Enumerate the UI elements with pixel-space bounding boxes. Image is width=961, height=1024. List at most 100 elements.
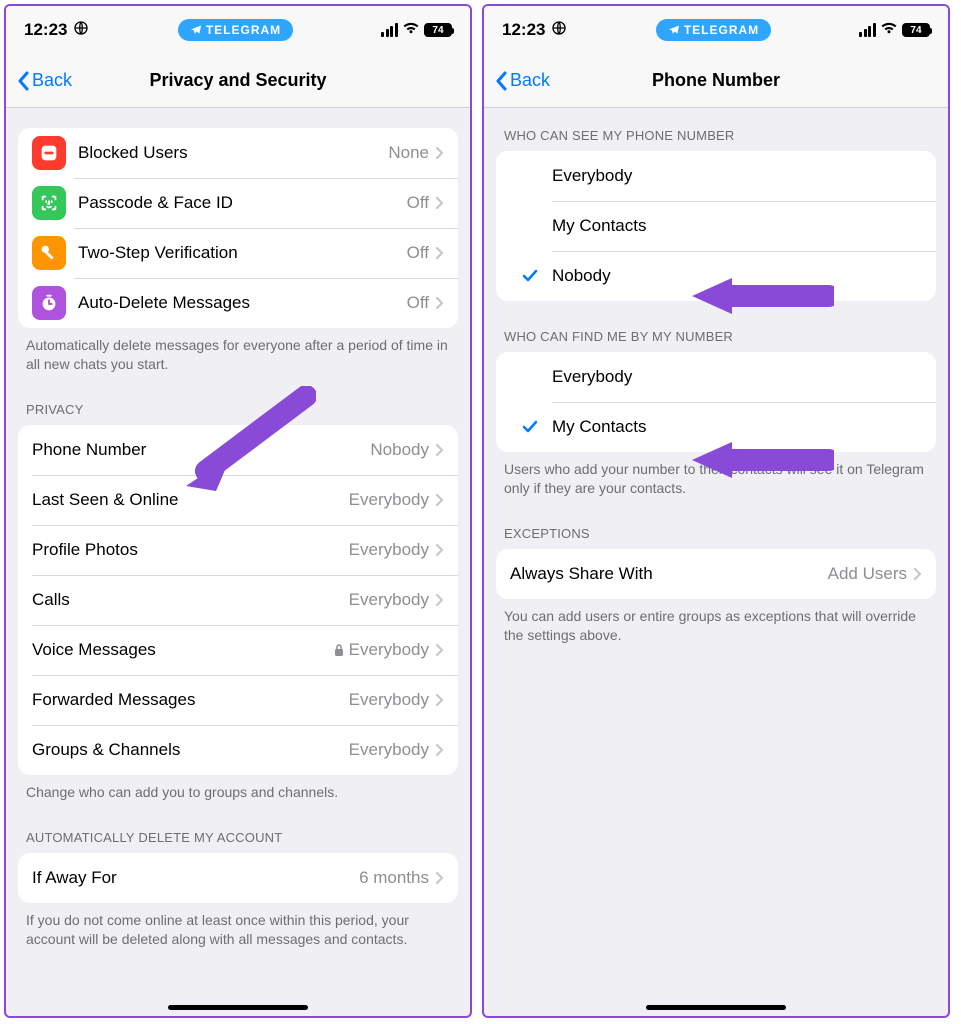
option-label: Everybody (552, 367, 632, 387)
row-always-share[interactable]: Always Share With Add Users (496, 549, 936, 599)
nav-bar: Back Phone Number (484, 54, 948, 108)
battery-icon: 74 (902, 23, 930, 37)
row-label: Last Seen & Online (32, 490, 349, 510)
row-passcode[interactable]: Passcode & Face ID Off (18, 178, 458, 228)
phone-left: 12:23 TELEGRAM 74 Back Privacy and Secur… (4, 4, 472, 1018)
chevron-right-icon (435, 543, 444, 557)
privacy-header: PRIVACY (6, 402, 470, 425)
app-pill-label: TELEGRAM (206, 23, 281, 37)
row-blocked-users[interactable]: Blocked Users None (18, 128, 458, 178)
row-last-seen[interactable]: Last Seen & Online Everybody (18, 475, 458, 525)
option-label: My Contacts (552, 417, 646, 437)
back-button[interactable]: Back (494, 70, 550, 91)
option-label: My Contacts (552, 216, 646, 236)
home-indicator (168, 1005, 308, 1010)
row-label: Groups & Channels (32, 740, 349, 760)
row-label: Blocked Users (78, 143, 388, 163)
security-footer: Automatically delete messages for everyo… (6, 328, 470, 374)
status-bar: 12:23 TELEGRAM 74 (484, 6, 948, 54)
exceptions-footer: You can add users or entire groups as ex… (484, 599, 948, 645)
row-auto-delete[interactable]: Auto-Delete Messages Off (18, 278, 458, 328)
row-value: Off (407, 243, 429, 263)
row-value: Add Users (828, 564, 907, 584)
auto-delete-footer: If you do not come online at least once … (6, 903, 470, 949)
lock-icon (333, 643, 345, 657)
row-value: Nobody (370, 440, 429, 460)
app-pill: TELEGRAM (656, 19, 771, 41)
back-button[interactable]: Back (16, 70, 72, 91)
row-value: Off (407, 193, 429, 213)
chevron-right-icon (435, 693, 444, 707)
row-label: Passcode & Face ID (78, 193, 407, 213)
chevron-right-icon (435, 493, 444, 507)
row-value: Everybody (349, 590, 429, 610)
row-label: Forwarded Messages (32, 690, 349, 710)
status-time: 12:23 (24, 20, 67, 40)
signal-icon (859, 23, 876, 37)
row-value: Everybody (349, 640, 429, 660)
check-icon (516, 268, 544, 284)
timer-icon (32, 286, 66, 320)
option-everybody[interactable]: Everybody (496, 151, 936, 201)
exceptions-header: EXCEPTIONS (484, 526, 948, 549)
row-phone-number[interactable]: Phone Number Nobody (18, 425, 458, 475)
key-icon (32, 236, 66, 270)
globe-icon (73, 20, 89, 41)
row-label: Phone Number (32, 440, 370, 460)
faceid-icon (32, 186, 66, 220)
nav-bar: Back Privacy and Security (6, 54, 470, 108)
chevron-right-icon (435, 593, 444, 607)
row-if-away-for[interactable]: If Away For 6 months (18, 853, 458, 903)
chevron-right-icon (435, 643, 444, 657)
chevron-right-icon (435, 196, 444, 210)
row-label: Voice Messages (32, 640, 333, 660)
battery-icon: 74 (424, 23, 452, 37)
wifi-icon (880, 20, 898, 40)
row-forwarded[interactable]: Forwarded Messages Everybody (18, 675, 458, 725)
row-calls[interactable]: Calls Everybody (18, 575, 458, 625)
privacy-footer: Change who can add you to groups and cha… (6, 775, 470, 802)
check-icon (516, 419, 544, 435)
back-label: Back (32, 70, 72, 91)
auto-delete-header: AUTOMATICALLY DELETE MY ACCOUNT (6, 830, 470, 853)
option-everybody[interactable]: Everybody (496, 352, 936, 402)
option-my-contacts[interactable]: My Contacts (496, 402, 936, 452)
row-value: Everybody (349, 490, 429, 510)
row-voice-messages[interactable]: Voice Messages Everybody (18, 625, 458, 675)
phone-right: 12:23 TELEGRAM 74 Back Phone Number WHO … (482, 4, 950, 1018)
status-bar: 12:23 TELEGRAM 74 (6, 6, 470, 54)
row-label: Profile Photos (32, 540, 349, 560)
chevron-right-icon (435, 871, 444, 885)
chevron-right-icon (435, 296, 444, 310)
chevron-right-icon (435, 443, 444, 457)
chevron-right-icon (435, 743, 444, 757)
row-value: Everybody (349, 690, 429, 710)
wifi-icon (402, 20, 420, 40)
blocked-icon (32, 136, 66, 170)
option-my-contacts[interactable]: My Contacts (496, 201, 936, 251)
option-label: Everybody (552, 166, 632, 186)
option-nobody[interactable]: Nobody (496, 251, 936, 301)
row-value: Everybody (349, 740, 429, 760)
option-label: Nobody (552, 266, 611, 286)
globe-icon (551, 20, 567, 41)
row-label: Calls (32, 590, 349, 610)
app-pill: TELEGRAM (178, 19, 293, 41)
row-profile-photos[interactable]: Profile Photos Everybody (18, 525, 458, 575)
back-label: Back (510, 70, 550, 91)
row-value: None (388, 143, 429, 163)
signal-icon (381, 23, 398, 37)
see-header: WHO CAN SEE MY PHONE NUMBER (484, 128, 948, 151)
chevron-right-icon (913, 567, 922, 581)
row-label: Always Share With (510, 564, 828, 584)
row-value: Off (407, 293, 429, 313)
page-title: Phone Number (484, 70, 948, 91)
status-time: 12:23 (502, 20, 545, 40)
row-two-step[interactable]: Two-Step Verification Off (18, 228, 458, 278)
chevron-right-icon (435, 146, 444, 160)
find-footer: Users who add your number to their conta… (484, 452, 948, 498)
row-value: Everybody (349, 540, 429, 560)
row-label: If Away For (32, 868, 359, 888)
chevron-right-icon (435, 246, 444, 260)
row-groups-channels[interactable]: Groups & Channels Everybody (18, 725, 458, 775)
